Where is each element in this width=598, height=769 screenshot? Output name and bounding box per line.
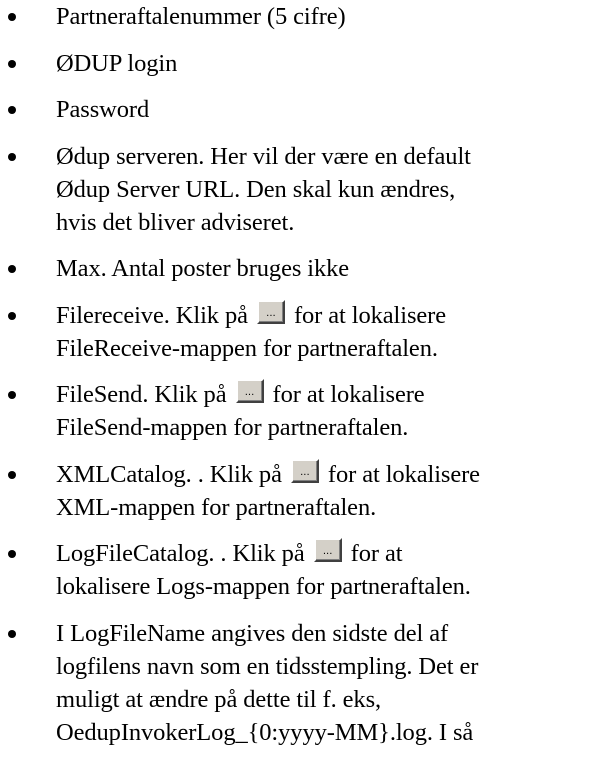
list-item-logfilename: I LogFileName angives den sidste del af …	[0, 617, 598, 749]
list-item-text-before: XMLCatalog. . Klik på	[56, 460, 282, 488]
list-item-text: Password	[56, 96, 150, 123]
list-item-logfilecatalog: LogFileCatalog. . Klik på ... for at lok…	[0, 537, 598, 603]
list-item-text-line-1: FileSend. Klik på ... for at lokalisere	[56, 378, 598, 411]
bullet-icon	[8, 470, 16, 479]
browse-button-label: ...	[322, 546, 333, 557]
list-item-text-line-2: lokalisere Logs-mappen for partneraftale…	[56, 573, 471, 600]
list-item-text-line-2: FileReceive-mappen for partneraftalen.	[56, 334, 438, 362]
document-page: Partneraftalenummer (5 cifre) ØDUP login…	[0, 0, 598, 762]
browse-button-label: ...	[266, 307, 276, 319]
bullet-icon	[8, 59, 16, 68]
list-item-text: ØDUP login	[56, 49, 178, 77]
list-item-text-before: LogFileCatalog. . Klik på	[56, 540, 305, 567]
ellipsis-browse-button-icon: ...	[313, 538, 342, 562]
browse-button-label: ...	[244, 387, 255, 398]
bullet-icon	[8, 152, 16, 161]
list-item-text-line-2: Ødup Server URL. Den skal kun ændres,	[56, 175, 456, 203]
list-item-text-line-2: XML-mappen for partneraftalen.	[56, 493, 377, 521]
bullet-list: Partneraftalenummer (5 cifre) ØDUP login…	[0, 0, 598, 749]
list-item-text-line-4: OedupInvokerLog_{0:yyyy-MM}.log. I så	[56, 718, 474, 746]
list-item-max-antal-poster: Max. Antal poster bruges ikke	[0, 252, 598, 285]
list-item-text-after: for at lokalisere	[327, 460, 480, 488]
list-item-text-after: for at lokalisere	[293, 301, 446, 329]
list-item-text-after: for at	[350, 540, 403, 567]
list-item-text-line-2: FileSend-mappen for partneraftalen.	[56, 414, 409, 441]
bullet-icon	[8, 391, 16, 399]
list-item-text: Max. Antal poster bruges ikke	[56, 255, 350, 282]
bullet-icon	[8, 550, 16, 558]
list-item-text-line-1: I LogFileName angives den sidste del af	[56, 619, 449, 647]
bullet-icon	[8, 629, 16, 638]
list-item-password: Password	[0, 93, 598, 126]
list-item-filesend: FileSend. Klik på ... for at lokalisere …	[0, 378, 598, 444]
ellipsis-browse-button-icon: ...	[290, 458, 319, 483]
list-item-xmlcatalog: XMLCatalog. . Klik på ... for at lokalis…	[0, 458, 598, 524]
list-item-text-line-3: hvis det bliver adviseret.	[56, 208, 295, 236]
list-item-odup-server: Ødup serveren. Her vil der være en defau…	[0, 140, 598, 239]
list-item-text-line-3: muligt at ændre på dette til f. eks,	[56, 685, 382, 713]
list-item-text-line-1: Ødup serveren. Her vil der være en defau…	[56, 142, 471, 170]
list-item-text-line-1: XMLCatalog. . Klik på ... for at lokalis…	[56, 458, 598, 491]
bullet-icon	[8, 13, 16, 21]
bullet-icon	[8, 311, 16, 320]
bullet-icon	[8, 106, 16, 114]
list-item-filereceive: Filereceive. Klik på ... for at lokalise…	[0, 299, 598, 365]
list-item-partneraftalenummer: Partneraftalenummer (5 cifre)	[0, 0, 598, 33]
bullet-icon	[8, 265, 16, 273]
ellipsis-browse-button-icon: ...	[235, 379, 264, 403]
list-item-text-line-1: Filereceive. Klik på ... for at lokalise…	[56, 299, 598, 332]
list-item-text-after: for at lokalisere	[272, 381, 425, 408]
list-item-odup-login: ØDUP login	[0, 47, 598, 80]
ellipsis-browse-button-icon: ...	[256, 299, 285, 324]
list-item-text-line-1: LogFileCatalog. . Klik på ... for at	[56, 537, 598, 570]
list-item-text-before: FileSend. Klik på	[56, 381, 227, 408]
list-item-text: Partneraftalenummer (5 cifre)	[56, 3, 346, 30]
browse-button-label: ...	[300, 466, 310, 478]
list-item-text-line-2: logfilens navn som en tidsstempling. Det…	[56, 652, 479, 680]
list-item-text-before: Filereceive. Klik på	[56, 301, 248, 329]
